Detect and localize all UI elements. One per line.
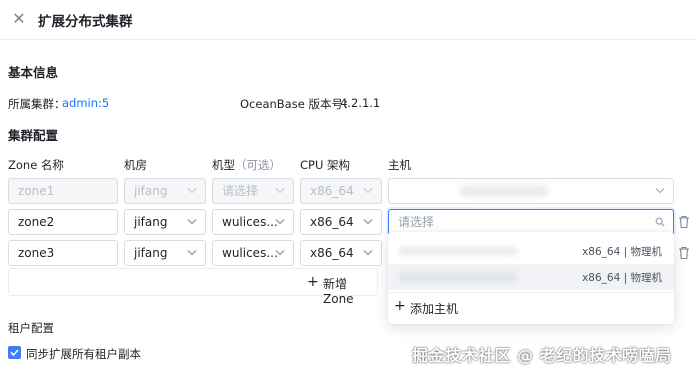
- machine-type-select: 请选择: [212, 178, 294, 204]
- cpu-arch-select-value: x86_64: [310, 184, 354, 198]
- machine-type-select-value: wulices...: [222, 246, 278, 260]
- page-title: 扩展分布式集群: [38, 14, 133, 30]
- host-option[interactable]: x86_64 | 物理机: [388, 264, 674, 290]
- host-option-meta: x86_64 | 物理机: [582, 272, 662, 284]
- host-option[interactable]: x86_64 | 物理机: [388, 238, 674, 264]
- host-select-placeholder: 请选择: [398, 215, 435, 229]
- cpu-arch-select-value: x86_64: [310, 246, 354, 260]
- chevron-down-icon: [275, 179, 285, 203]
- col-idc: 机房: [124, 158, 147, 172]
- idc-select[interactable]: jifang: [124, 240, 206, 266]
- close-icon[interactable]: ✕: [10, 10, 28, 28]
- col-machine-type-label: 机型: [212, 158, 235, 172]
- host-dropdown: x86_64 | 物理机 x86_64 | 物理机 + 添加主机: [388, 232, 674, 324]
- cpu-arch-select[interactable]: x86_64: [300, 240, 382, 266]
- machine-type-select[interactable]: wulices...: [212, 209, 294, 235]
- idc-select-value: jifang: [134, 215, 168, 229]
- dropdown-divider: [388, 292, 674, 293]
- zone-name-input[interactable]: zone2: [8, 209, 118, 235]
- plus-icon: +: [307, 274, 319, 290]
- col-zone-name: Zone 名称: [8, 158, 64, 172]
- sync-tenant-checkbox[interactable]: [8, 346, 21, 359]
- zone-name-input: zone1: [8, 178, 118, 204]
- tenant-config-title: 租户配置: [8, 321, 54, 335]
- checkmark-icon: [10, 349, 19, 357]
- cpu-arch-select[interactable]: x86_64: [300, 209, 382, 235]
- search-icon: [655, 210, 665, 234]
- host-option-meta: x86_64 | 物理机: [582, 246, 662, 258]
- col-machine-type: 机型（可选）: [212, 157, 281, 173]
- plus-icon: +: [394, 298, 406, 314]
- chevron-down-icon: [187, 210, 197, 234]
- idc-select: jifang: [124, 178, 206, 204]
- col-host: 主机: [388, 158, 411, 172]
- basic-info-title: 基本信息: [8, 65, 59, 80]
- col-machine-type-hint: （可选）: [235, 158, 281, 172]
- watermark: 掘金技术社区 @ 老纪的技术唠嗑局: [412, 346, 672, 365]
- cluster-label: 所属集群：: [8, 97, 66, 111]
- trash-icon[interactable]: [678, 246, 690, 260]
- idc-select[interactable]: jifang: [124, 209, 206, 235]
- cpu-arch-select: x86_64: [300, 178, 382, 204]
- idc-select-value: jifang: [134, 184, 168, 198]
- version-label: OceanBase 版本号：: [240, 97, 355, 111]
- chevron-down-icon: [363, 241, 373, 265]
- chevron-down-icon: [275, 210, 285, 234]
- redacted-host: [398, 272, 518, 282]
- host-select[interactable]: [388, 178, 674, 204]
- cluster-config-title: 集群配置: [8, 128, 59, 143]
- chevron-down-icon: [363, 210, 373, 234]
- cluster-link[interactable]: admin:5: [62, 96, 109, 110]
- version-value: 4.2.1.1: [340, 96, 381, 110]
- col-cpu-arch: CPU 架构: [300, 158, 351, 172]
- chevron-down-icon: [363, 179, 373, 203]
- machine-type-select-value: 请选择: [222, 184, 259, 198]
- machine-type-select-value: wulices...: [222, 215, 278, 229]
- sync-tenant-label: 同步扩展所有租户副本: [26, 347, 141, 361]
- redacted-host: [398, 246, 518, 256]
- idc-select-value: jifang: [134, 246, 168, 260]
- chevron-down-icon: [655, 179, 665, 203]
- add-zone-button[interactable]: + 新增Zone: [8, 268, 378, 306]
- trash-icon[interactable]: [678, 215, 690, 229]
- add-host-label: 添加主机: [410, 302, 459, 316]
- chevron-down-icon: [275, 241, 285, 265]
- redacted-host: [459, 185, 549, 197]
- chevron-down-icon: [187, 241, 197, 265]
- zone-name-input[interactable]: zone3: [8, 240, 118, 266]
- add-zone-label: 新增Zone: [323, 277, 354, 306]
- chevron-down-icon: [187, 179, 197, 203]
- machine-type-select[interactable]: wulices...: [212, 240, 294, 266]
- cpu-arch-select-value: x86_64: [310, 215, 354, 229]
